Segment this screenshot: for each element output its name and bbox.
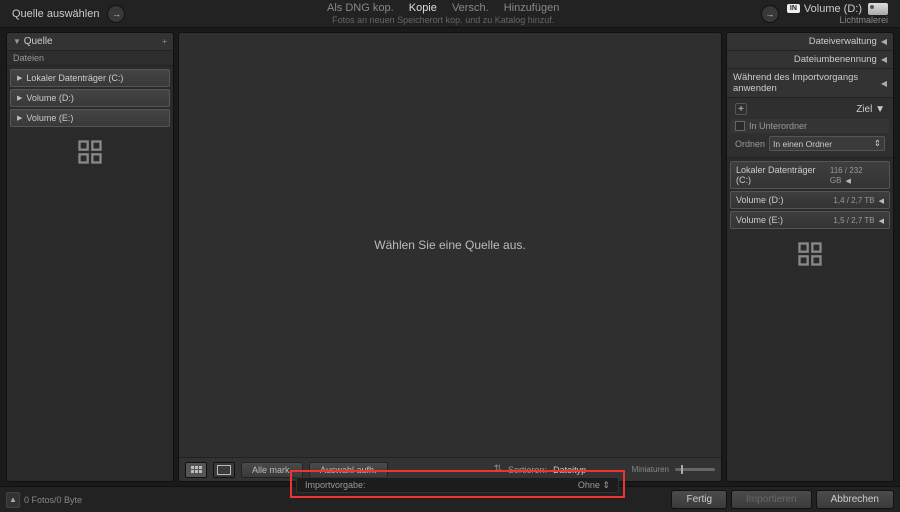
thumbnail-size-slider[interactable]: [675, 468, 715, 471]
drive-label: Volume (D:): [26, 93, 74, 103]
disk-icon: [868, 3, 888, 15]
drive-size: 1,4 / 2,7 TB: [833, 196, 874, 205]
organize-row: Ordnen In einen Ordner ⇕: [731, 133, 889, 154]
status-text: 0 Fotos/0 Byte: [24, 495, 82, 505]
destination-empty-area: [727, 232, 893, 481]
mode-move[interactable]: Versch.: [452, 2, 489, 14]
chevron-down-icon: ▼: [13, 37, 21, 46]
mode-add[interactable]: Hinzufügen: [504, 2, 560, 14]
source-panel: ▼ Quelle + Dateien ▶ Lokaler Datenträger …: [6, 32, 174, 482]
drive-label: Volume (E:): [26, 113, 73, 123]
source-panel-header[interactable]: ▼ Quelle +: [7, 33, 173, 51]
chevron-left-icon: ◀: [881, 55, 887, 64]
chevron-right-icon: ▶: [17, 114, 22, 122]
collapse-panel-button[interactable]: ▲: [6, 492, 20, 508]
chevron-left-icon: ◀: [881, 79, 887, 88]
expand-dest-icon[interactable]: →: [761, 5, 779, 23]
dest-drive-d[interactable]: Volume (D:) 1,4 / 2,7 TB ◀: [730, 191, 890, 209]
preview-empty-message: Wählen Sie eine Quelle aus.: [179, 33, 721, 457]
destination-panel: Dateiverwaltung◀ Dateiumbenennung◀ Währe…: [726, 32, 894, 482]
source-drive-c[interactable]: ▶ Lokaler Datenträger (C:): [10, 69, 170, 87]
grid-view-button[interactable]: [185, 462, 207, 478]
source-drive-d[interactable]: ▶ Volume (D:): [10, 89, 170, 107]
chevron-down-icon[interactable]: ▼: [875, 104, 885, 115]
grid-placeholder-icon: [76, 138, 104, 166]
source-drive-list: ▶ Lokaler Datenträger (C:) ▶ Volume (D:) ▶…: [7, 66, 173, 130]
chevron-updown-icon: ⇕: [874, 138, 881, 149]
chevron-left-icon: ◀: [845, 178, 850, 185]
drive-size: 1,5 / 2,7 TB: [833, 216, 874, 225]
subfolder-checkbox[interactable]: [735, 121, 745, 131]
check-all-button[interactable]: Alle mark.: [241, 462, 303, 478]
uncheck-all-button[interactable]: Auswahl aufh.: [309, 462, 388, 478]
destination-picker[interactable]: IN Volume (D:) Lichtmalerei: [787, 3, 888, 25]
mode-copy[interactable]: Kopie: [409, 2, 437, 14]
organize-value: In einen Ordner: [773, 139, 832, 149]
organize-select[interactable]: In einen Ordner ⇕: [769, 136, 885, 151]
chevron-left-icon: ◀: [881, 37, 887, 46]
dest-badge: IN: [787, 4, 800, 13]
dest-drive-c[interactable]: Lokaler Datenträger (C:) 116 / 232 GB◀: [730, 161, 890, 189]
sort-label: Sortieren:: [508, 465, 547, 475]
cancel-button[interactable]: Abbrechen: [816, 490, 894, 509]
import-preset-bar[interactable]: Importvorgabe: Ohne ⇕: [296, 477, 619, 493]
single-view-button[interactable]: [213, 462, 235, 478]
destination-drive-list: Lokaler Datenträger (C:) 116 / 232 GB◀ V…: [727, 158, 893, 232]
organize-label: Ordnen: [735, 139, 765, 149]
destination-title: Ziel: [856, 104, 872, 115]
subfolder-row[interactable]: In Unterordner: [731, 119, 889, 133]
source-empty-area: [7, 130, 173, 481]
main-columns: ▼ Quelle + Dateien ▶ Lokaler Datenträger …: [0, 28, 900, 486]
drive-label: Lokaler Datenträger (C:): [26, 73, 123, 83]
chevron-left-icon: ◀: [879, 218, 884, 225]
add-destination-button[interactable]: +: [735, 103, 747, 115]
destination-block: + Ziel ▼ In Unterordner Ordnen In einen …: [727, 98, 893, 158]
dest-title: Volume (D:): [804, 3, 862, 15]
expand-source-icon[interactable]: →: [107, 5, 125, 23]
source-picker[interactable]: Quelle auswählen: [12, 8, 99, 20]
source-drive-e[interactable]: ▶ Volume (E:): [10, 109, 170, 127]
done-button[interactable]: Fertig: [671, 490, 727, 509]
file-renaming-header[interactable]: Dateiumbenennung◀: [727, 51, 893, 69]
apply-during-import-header[interactable]: Während des Importvorgangs anwenden◀: [727, 69, 893, 98]
files-subheader: Dateien: [7, 51, 173, 66]
grid-placeholder-icon: [796, 240, 824, 268]
chevron-updown-icon: ⇕: [602, 480, 610, 490]
dest-drive-e[interactable]: Volume (E:) 1,5 / 2,7 TB ◀: [730, 211, 890, 229]
import-preset-value[interactable]: Ohne: [578, 480, 600, 490]
sort-value[interactable]: Dateityp: [553, 465, 586, 475]
mode-dng[interactable]: Als DNG kop.: [327, 2, 394, 14]
source-panel-title: Quelle: [24, 36, 53, 47]
preview-panel: Wählen Sie eine Quelle aus. Alle mark. A…: [178, 32, 722, 482]
import-mode-group: Als DNG kop. Kopie Versch. Hinzufügen Fo…: [133, 2, 752, 25]
subfolder-label: In Unterordner: [749, 121, 807, 131]
chevron-right-icon: ▶: [17, 94, 22, 102]
drive-label: Lokaler Datenträger (C:): [736, 165, 830, 185]
chevron-left-icon: ◀: [879, 198, 884, 205]
drive-label: Volume (E:): [736, 215, 783, 225]
drive-label: Volume (D:): [736, 195, 784, 205]
file-handling-header[interactable]: Dateiverwaltung◀: [727, 33, 893, 51]
top-bar: Quelle auswählen → Als DNG kop. Kopie Ve…: [0, 0, 900, 28]
import-button[interactable]: Importieren: [731, 490, 812, 509]
thumbnail-size-label: Miniaturen: [632, 465, 669, 474]
chevron-right-icon: ▶: [17, 74, 22, 82]
import-preset-label: Importvorgabe:: [305, 480, 366, 490]
mode-subtitle: Fotos an neuen Speicherort kop. und zu K…: [133, 15, 752, 25]
plus-icon[interactable]: +: [162, 37, 167, 46]
sort-direction-icon[interactable]: ⇅: [494, 464, 502, 475]
dest-subtitle: Lichtmalerei: [839, 15, 888, 25]
